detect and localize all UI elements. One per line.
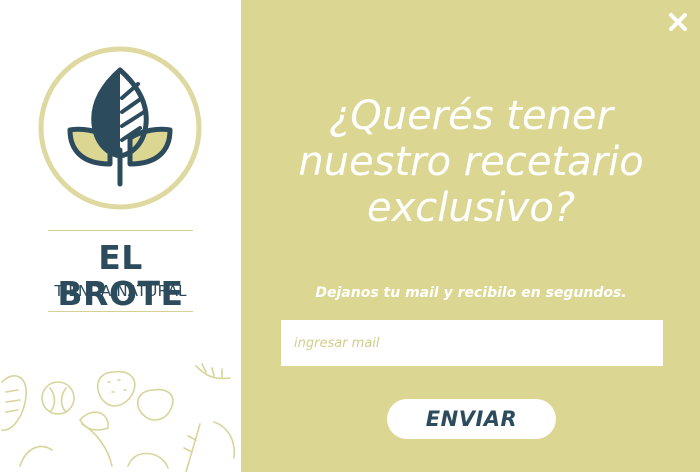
form-panel: ¿Querés tener nuestro recetario exclusiv… [241,0,700,472]
brand-divider-top [48,230,193,231]
email-input[interactable] [281,320,663,366]
brand-tagline: TIENDA NATURAL [54,282,187,300]
brand-name: EL BROTE [57,238,184,313]
leaf-sprout-icon [38,46,202,210]
popup-subtitle: Dejanos tu mail y recibilo en segundos. [315,285,627,301]
brand-divider-bottom [48,311,193,312]
vegetable-illustration [1,363,236,472]
newsletter-popup: EL BROTE TIENDA NATURAL ¿Querés tener nu… [0,0,700,472]
submit-button[interactable]: ENVIAR [387,399,556,439]
close-icon[interactable] [666,10,690,34]
brand-panel: EL BROTE TIENDA NATURAL [0,0,241,472]
popup-headline: ¿Querés tener nuestro recetario exclusiv… [298,93,644,231]
